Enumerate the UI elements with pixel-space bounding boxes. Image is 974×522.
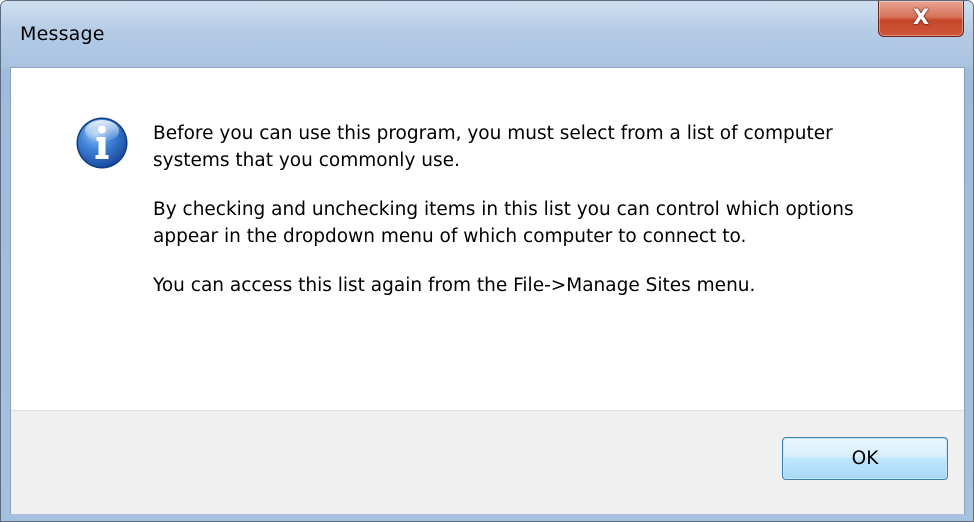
title-bar[interactable]: Message X (1, 1, 973, 67)
message-content: Before you can use this program, you mus… (11, 68, 964, 410)
information-icon (76, 117, 128, 169)
close-icon: X (912, 5, 930, 29)
ok-button[interactable]: OK (782, 437, 948, 480)
message-paragraph: You can access this list again from the … (153, 275, 756, 296)
window-title: Message (20, 23, 105, 45)
close-button[interactable]: X (878, 1, 964, 37)
message-dialog-window: Message X Before you can use this progra… (0, 0, 974, 522)
message-paragraph: Before you can use this program, you mus… (153, 123, 833, 171)
dialog-client-area: Before you can use this program, you mus… (10, 67, 965, 514)
message-text: Before you can use this program, you mus… (153, 120, 913, 321)
dialog-footer: OK (11, 410, 964, 514)
message-paragraph: By checking and unchecking items in this… (153, 199, 854, 247)
